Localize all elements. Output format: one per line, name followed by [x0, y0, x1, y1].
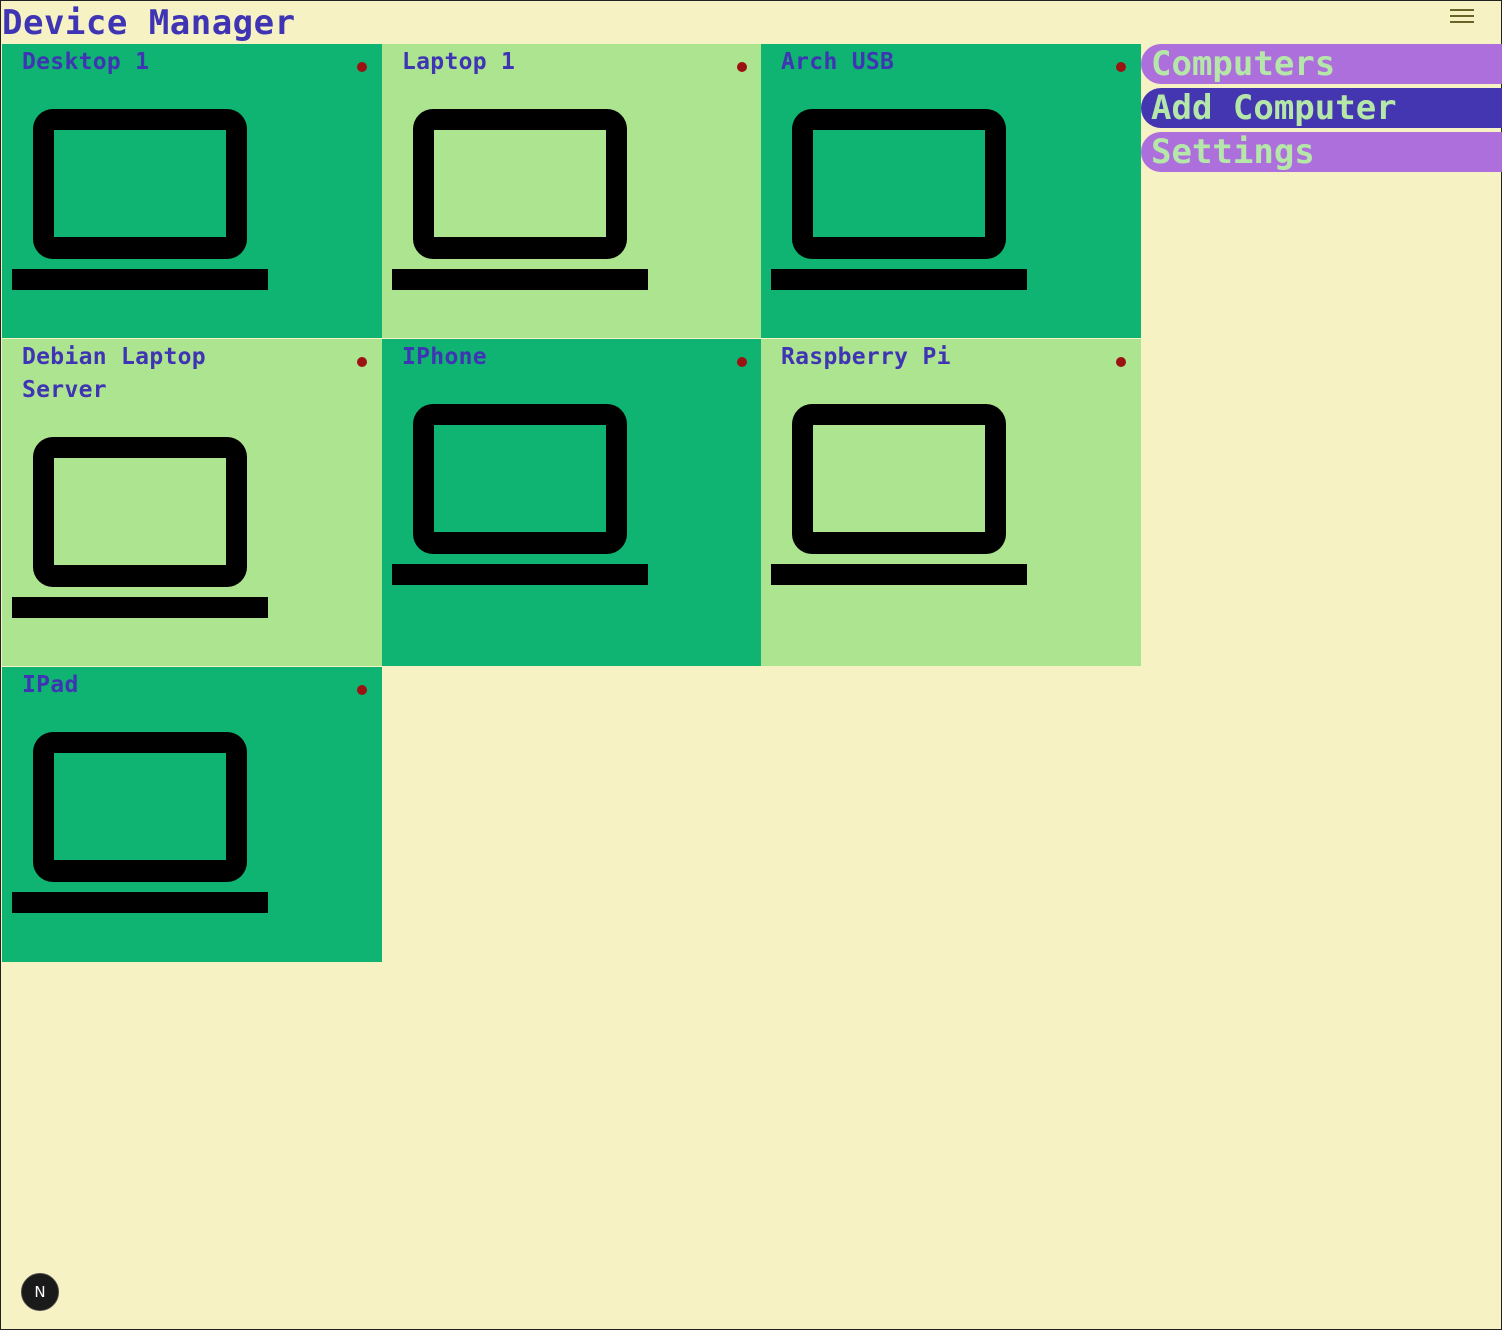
nav-item-add-computer[interactable]: Add Computer: [1141, 88, 1502, 128]
laptop-icon: [12, 109, 268, 290]
status-dot: [357, 357, 367, 367]
computer-name: Raspberry Pi: [781, 344, 951, 370]
nav-item-settings[interactable]: Settings: [1141, 132, 1502, 172]
status-dot: [1116, 357, 1126, 367]
computer-card-laptop-1[interactable]: Laptop 1: [382, 44, 762, 338]
computer-name: Debian Laptop Server: [22, 344, 206, 403]
laptop-icon: [771, 109, 1027, 290]
nav-item-computers[interactable]: Computers: [1141, 44, 1502, 84]
laptop-icon: [12, 437, 268, 618]
status-dot: [737, 62, 747, 72]
side-navigation: Computers Add Computer Settings: [1141, 44, 1502, 176]
computer-card-debian-laptop-server[interactable]: Debian Laptop Server: [2, 339, 382, 666]
laptop-icon: [771, 404, 1027, 585]
hamburger-menu-icon[interactable]: [1446, 4, 1478, 30]
status-dot: [357, 62, 367, 72]
app-title: Device Manager: [2, 3, 296, 43]
computer-card-raspberry-pi[interactable]: Raspberry Pi: [761, 339, 1141, 666]
computer-name: IPhone: [402, 344, 487, 370]
computer-card-ipad[interactable]: IPad: [2, 667, 382, 962]
laptop-icon: [392, 109, 648, 290]
computer-card-desktop-1[interactable]: Desktop 1: [2, 44, 382, 338]
computer-card-iphone[interactable]: IPhone: [382, 339, 762, 666]
dev-tools-badge[interactable]: N: [21, 1273, 59, 1311]
status-dot: [357, 685, 367, 695]
computer-name: Arch USB: [781, 49, 895, 75]
computer-name: IPad: [22, 672, 79, 698]
computer-card-arch-usb[interactable]: Arch USB: [761, 44, 1141, 338]
status-dot: [737, 357, 747, 367]
laptop-icon: [392, 404, 648, 585]
computer-name: Laptop 1: [402, 49, 516, 75]
computer-name: Desktop 1: [22, 49, 150, 75]
laptop-icon: [12, 732, 268, 913]
status-dot: [1116, 62, 1126, 72]
